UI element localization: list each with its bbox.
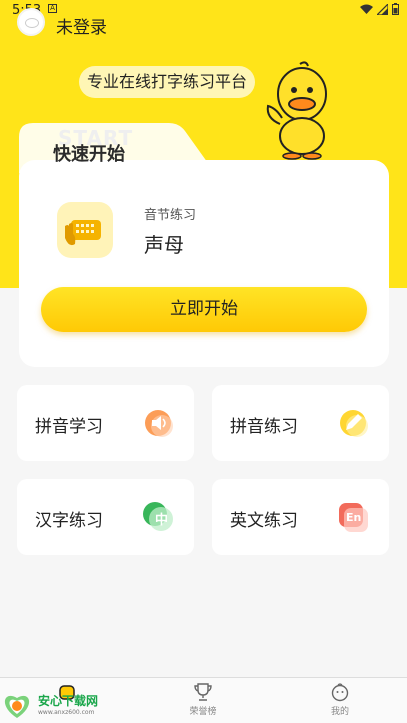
- lesson-name: 声母: [144, 233, 184, 257]
- battery-icon: [392, 3, 399, 15]
- nav-profile-label: 我的: [330, 707, 349, 717]
- tile-hanzi-practice[interactable]: 汉字练习 中: [17, 479, 194, 555]
- profile-icon: [331, 683, 349, 702]
- tile-label: 汉字练习: [35, 511, 103, 531]
- quick-start-title: 快速开始: [53, 144, 125, 165]
- nav-profile[interactable]: 我的: [310, 682, 370, 717]
- watermark-url: www.anxz600.com: [38, 709, 95, 716]
- zhong-icon: 中: [140, 499, 176, 535]
- login-label[interactable]: 未登录: [56, 13, 107, 38]
- duck-mascot-icon: [266, 61, 327, 160]
- tile-label: 英文练习: [230, 511, 298, 531]
- avatar[interactable]: [17, 8, 45, 36]
- en-icon: En: [335, 499, 371, 535]
- pencil-icon: [340, 410, 368, 437]
- anxin-logo-icon: [4, 695, 30, 718]
- trophy-icon: [194, 683, 212, 701]
- watermark-name: 安心下载网: [38, 694, 99, 708]
- start-button[interactable]: 立即开始: [41, 287, 367, 332]
- tile-pinyin-practice[interactable]: 拼音练习: [212, 385, 389, 461]
- speaker-icon: [145, 410, 173, 437]
- tile-label: 拼音练习: [230, 417, 298, 437]
- tile-english-practice[interactable]: 英文练习 En: [212, 479, 389, 555]
- tile-label: 拼音学习: [35, 417, 103, 437]
- notification-icon: A: [48, 4, 57, 13]
- nav-honor-label: 荣誉榜: [189, 707, 217, 717]
- keyboard-hand-icon: [57, 202, 113, 258]
- tile-pinyin-study[interactable]: 拼音学习: [17, 385, 194, 461]
- lesson-category: 音节练习: [144, 208, 197, 223]
- zhong-icon-text: 中: [155, 513, 169, 528]
- en-icon-text: En: [346, 511, 362, 524]
- nav-honor[interactable]: 荣誉榜: [173, 682, 233, 717]
- slogan: 专业在线打字练习平台: [79, 66, 256, 98]
- status-icons: [360, 3, 399, 15]
- wifi-icon: [360, 4, 373, 14]
- quick-start-card: [19, 160, 389, 367]
- signal-icon: [377, 3, 388, 15]
